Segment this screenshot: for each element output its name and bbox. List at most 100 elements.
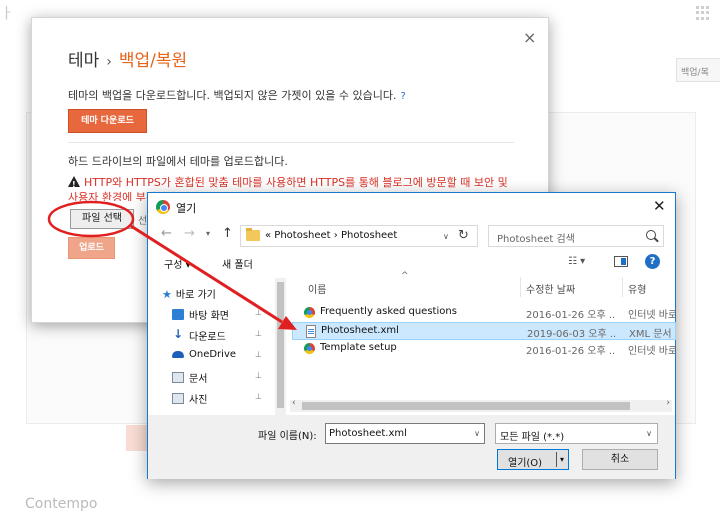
address-bar[interactable]: « Photosheet › Photosheet ∨ ↻ (240, 225, 478, 247)
background-header-fragment: ㅏ (0, 4, 14, 22)
file-name: Template setup (320, 342, 397, 353)
pin-icon[interactable]: ⊥ (255, 350, 262, 359)
column-divider[interactable] (520, 277, 521, 297)
navigation-scrollbar[interactable] (275, 278, 286, 420)
address-dropdown-icon[interactable]: ∨ (443, 232, 449, 241)
open-file-dialog: 열기 ✕ ← → ▾ ↑ « Photosheet › Photosheet ∨… (147, 192, 676, 479)
xml-file-icon (306, 325, 316, 338)
upload-button[interactable]: 업로드 (68, 237, 115, 259)
section-divider (68, 142, 514, 143)
dialog-title-main: 테마 (68, 51, 100, 71)
scroll-left-icon[interactable]: ‹ (292, 398, 296, 408)
dialog-close-icon[interactable]: × (523, 28, 536, 47)
dialog-title-sub: 백업/복원 (118, 51, 188, 71)
scroll-right-icon[interactable]: › (666, 398, 670, 408)
scrollbar-thumb[interactable] (302, 402, 630, 410)
pin-icon[interactable]: ⊥ (255, 371, 262, 380)
file-type: 인터넷 바로 가기 (628, 310, 676, 321)
nav-item-label: 바탕 화면 (189, 311, 229, 322)
file-name: Photosheet.xml (321, 325, 399, 336)
open-dialog-title: 열기 (176, 202, 197, 215)
pin-icon[interactable]: ⊥ (255, 308, 262, 317)
search-input[interactable]: Photosheet 검색 (488, 225, 664, 247)
background-orange-button[interactable] (126, 425, 148, 451)
pictures-icon (172, 393, 184, 404)
up-arrow-icon[interactable]: ↑ (222, 226, 233, 241)
upload-description: 하드 드라이브의 파일에서 테마를 업로드합니다. (68, 155, 288, 168)
nav-item-label: 사진 (189, 395, 208, 406)
filetype-dropdown-icon[interactable]: ∨ (646, 429, 652, 438)
background-theme-name: Contempo (25, 496, 98, 512)
address-path: « Photosheet › Photosheet (265, 230, 398, 241)
download-icon (172, 327, 184, 341)
column-header-name[interactable]: 이름 (308, 281, 326, 296)
download-theme-button[interactable]: 테마 다운로드 (68, 109, 147, 133)
filename-label: 파일 이름(N): (258, 431, 317, 442)
cancel-button[interactable]: 취소 (582, 449, 658, 470)
dialog-footer: 파일 이름(N): Photosheet.xml ∨ 모든 파일 (*.*) ∨… (148, 415, 675, 479)
desktop-icon (172, 309, 184, 320)
file-select-button[interactable]: 파일 선택 (70, 209, 134, 229)
back-arrow-icon[interactable]: ← (161, 226, 172, 241)
file-status-text: 선 (138, 216, 148, 227)
file-date: 2016-01-26 오후 ... (526, 310, 616, 321)
quick-access-icon: ★ (162, 288, 172, 301)
close-icon[interactable]: ✕ (653, 197, 666, 215)
dialog-title: 테마 › 백업/복원 (68, 46, 187, 71)
documents-icon (172, 372, 184, 383)
file-type: XML 문서 (629, 329, 672, 340)
file-name: Frequently asked questions (320, 306, 457, 317)
file-list: 이름 ^ 수정한 날짜 유형 Frequently asked question… (292, 271, 676, 415)
view-options-button[interactable]: ☷ ▾ (568, 256, 585, 267)
horizontal-scrollbar[interactable]: ‹ › (290, 398, 672, 412)
column-name-label: 이름 (308, 285, 327, 296)
nav-item-label: 다운로드 (189, 332, 226, 343)
open-button[interactable]: 열기(O) ▾ (497, 449, 569, 470)
refresh-icon[interactable]: ↻ (458, 228, 469, 243)
column-header-modified[interactable]: 수정한 날짜 (526, 281, 575, 296)
open-button-label: 열기(O) (508, 458, 543, 469)
backup-description-text: 테마의 백업을 다운로드합니다. 백업되지 않은 가젯이 있을 수 있습니다. (68, 89, 397, 102)
file-row[interactable]: Template setup 2016-01-26 오후 ... 인터넷 바로 … (292, 340, 676, 358)
help-icon[interactable]: ? (645, 254, 660, 269)
filename-input[interactable]: Photosheet.xml ∨ (325, 423, 485, 444)
nav-item-label: 바로 가기 (175, 290, 216, 301)
folder-icon (246, 228, 260, 241)
recent-locations-chevron-icon[interactable]: ▾ (206, 229, 210, 238)
filename-dropdown-icon[interactable]: ∨ (474, 429, 480, 438)
dialog-titlebar[interactable]: 열기 ✕ (148, 193, 675, 221)
nav-item-label: OneDrive (189, 349, 237, 360)
dialog-toolbar: 구성 ▾ 새 폴더 ☷ ▾ ? (148, 251, 675, 275)
preview-pane-icon[interactable] (614, 256, 628, 267)
file-date: 2019-06-03 오후 ... (527, 329, 617, 340)
column-divider[interactable] (622, 277, 623, 297)
onedrive-icon (172, 351, 184, 358)
file-date: 2016-01-26 오후 ... (526, 346, 616, 357)
nav-item-desktop[interactable]: 바탕 화면 (172, 307, 229, 325)
pin-icon[interactable]: ⊥ (255, 329, 262, 338)
nav-item-label: 문서 (189, 374, 208, 385)
backup-description: 테마의 백업을 다운로드합니다. 백업되지 않은 가젯이 있을 수 있습니다.? (68, 87, 406, 103)
open-options-dropdown-icon[interactable]: ▾ (560, 455, 564, 464)
search-icon (646, 230, 656, 240)
nav-item-quick-access[interactable]: ★ 바로 가기 (162, 286, 216, 304)
chrome-icon (156, 200, 170, 214)
file-row-selected[interactable]: Photosheet.xml 2019-06-03 오후 ... XML 문서 (292, 322, 676, 340)
file-row[interactable]: Frequently asked questions 2016-01-26 오후… (292, 304, 676, 322)
pin-icon[interactable]: ⊥ (255, 392, 262, 401)
nav-item-pictures[interactable]: 사진 (172, 391, 207, 409)
nav-item-downloads[interactable]: 다운로드 (172, 327, 226, 346)
organize-button[interactable]: 구성 ▾ (164, 256, 191, 271)
new-folder-button[interactable]: 새 폴더 (222, 256, 253, 271)
sort-ascending-icon: ^ (401, 271, 409, 281)
help-icon[interactable]: ? (400, 91, 405, 102)
filetype-select[interactable]: 모든 파일 (*.*) ∨ (495, 423, 658, 444)
forward-arrow-icon[interactable]: → (184, 226, 195, 241)
filetype-value: 모든 파일 (*.*) (500, 432, 565, 443)
apps-grid-icon[interactable] (696, 6, 710, 20)
background-backup-button[interactable]: 백업/복 (676, 58, 720, 82)
nav-item-onedrive[interactable]: OneDrive (172, 349, 236, 367)
column-header-type[interactable]: 유형 (628, 281, 646, 296)
nav-item-documents[interactable]: 문서 (172, 370, 207, 388)
file-type: 인터넷 바로 가기 (628, 346, 676, 357)
